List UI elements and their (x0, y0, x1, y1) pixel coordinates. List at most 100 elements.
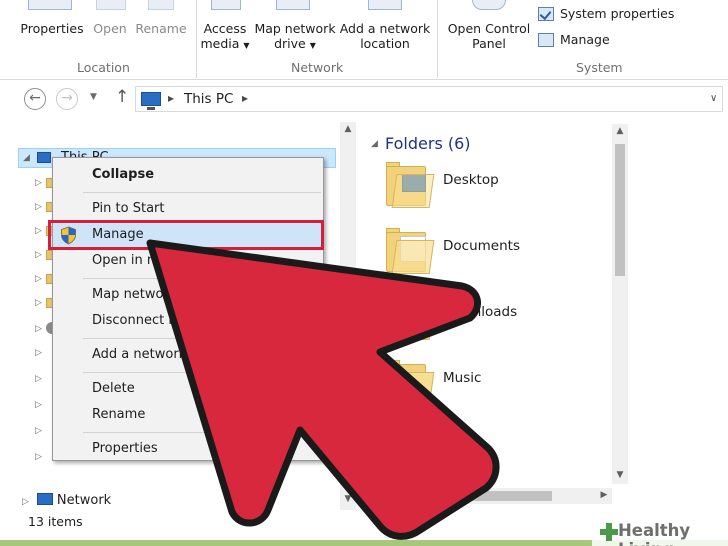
folder-label: Downloads (443, 304, 518, 320)
music-folder-icon (386, 358, 435, 408)
computer-management-icon (538, 32, 554, 47)
rename-button[interactable]: Rename (133, 21, 189, 36)
map-drive-icon (276, 0, 310, 10)
properties-icon (28, 0, 72, 10)
map-network-drive-button[interactable]: Map network drive ▼ (252, 21, 338, 53)
breadcrumb-separator-icon[interactable]: ▸ (168, 91, 174, 105)
scroll-right-arrow-icon[interactable]: ▶ (596, 490, 612, 500)
system-properties-button[interactable]: System properties (538, 6, 674, 21)
open-control-panel-button[interactable]: Open Control Panel (444, 21, 534, 51)
expand-arrow-icon[interactable]: ▷ (35, 226, 42, 236)
add-location-line2: location (360, 36, 410, 51)
scroll-down-arrow-icon[interactable]: ▼ (612, 470, 628, 480)
back-arrow-icon[interactable]: ← (24, 88, 46, 110)
expand-arrow-icon[interactable]: ▷ (35, 400, 42, 410)
expand-arrow-icon[interactable]: ▷ (22, 497, 29, 507)
folders-section-header[interactable]: Folders (6) (385, 134, 471, 153)
cross-logo-icon (600, 523, 618, 541)
breadcrumb-separator-icon[interactable]: ▸ (242, 91, 248, 105)
watermark-bar: Healthy Living (592, 518, 728, 546)
downloads-folder-icon (386, 292, 435, 342)
documents-folder-icon (386, 226, 435, 276)
collapse-group-icon[interactable]: ◢ (371, 139, 378, 149)
menu-item-add-network-location[interactable]: Add a network locat (53, 343, 323, 367)
access-media-icon (211, 0, 241, 10)
add-network-location-button[interactable]: Add a network location (338, 21, 432, 51)
content-pane: ◢ Folders (6) Desktop Documents Download… (360, 118, 728, 518)
open-button[interactable]: Open (88, 21, 132, 36)
scroll-down-arrow-icon[interactable]: ▼ (340, 494, 356, 504)
expand-arrow-icon[interactable]: ▷ (35, 374, 42, 384)
menu-item-label: Delete (92, 381, 135, 396)
expand-arrow-icon[interactable]: ▷ (35, 452, 42, 462)
expand-arrow-icon[interactable]: ◢ (23, 153, 30, 163)
access-media-button[interactable]: Access media ▼ (199, 21, 251, 53)
menu-item-label: Map network (92, 287, 177, 302)
this-pc-icon (141, 92, 161, 110)
desktop-folder-icon (386, 160, 435, 210)
expand-arrow-icon[interactable]: ▷ (35, 202, 42, 212)
network-icon (36, 493, 53, 505)
menu-item-label: Add a network locat (92, 347, 223, 362)
menu-separator (83, 338, 321, 339)
scrollbar-thumb[interactable] (615, 144, 625, 276)
content-scrollbar[interactable]: ▲ ▼ (612, 124, 628, 484)
menu-item-label: Properties (92, 441, 158, 456)
expand-arrow-icon[interactable]: ▷ (35, 250, 42, 260)
scrollbar-thumb[interactable] (380, 491, 552, 501)
recent-locations-chevron-icon[interactable]: ▼ (90, 92, 97, 102)
menu-separator (83, 372, 321, 373)
horizontal-scrollbar[interactable]: ◀ ▶ (362, 488, 612, 504)
folder-item-downloads[interactable]: Downloads (382, 292, 582, 352)
folder-item-documents[interactable]: Documents (382, 226, 582, 286)
menu-item-label: Rename (92, 407, 146, 422)
address-bar[interactable]: ▸ This PC ▸ ∨ (135, 86, 723, 112)
menu-item-label: Pin to Start (92, 201, 165, 216)
menu-separator (83, 432, 321, 433)
forward-arrow-icon[interactable]: → (56, 88, 78, 110)
properties-button[interactable]: Properties (14, 21, 90, 36)
open-icon (96, 0, 126, 10)
dropdown-arrow-icon: ▼ (243, 41, 250, 50)
tree-item-network[interactable]: ▷ Network (22, 493, 111, 508)
folder-item-music[interactable]: Music (382, 358, 582, 418)
menu-item-collapse[interactable]: Collapse (53, 163, 323, 187)
add-location-icon (368, 0, 402, 10)
folder-item-pictures[interactable] (382, 424, 582, 484)
menu-item-label: Collapse (92, 167, 155, 182)
system-group-label: System (576, 60, 623, 75)
navigation-bar: ← → ▼ ↑ ▸ This PC ▸ ∨ (0, 80, 728, 118)
ribbon-separator (196, 0, 197, 78)
folder-item-desktop[interactable]: Desktop (382, 160, 582, 220)
menu-item-open-in-new-window[interactable]: Open in n (53, 249, 323, 273)
menu-item-map-network-drive[interactable]: Map network (53, 283, 323, 307)
watermark-text: Healthy Living (618, 521, 691, 546)
menu-item-label: Disconnect netw (92, 313, 201, 328)
folder-label: Documents (443, 238, 520, 254)
rename-icon (148, 0, 174, 10)
ribbon: Properties Open Rename Location Access m… (0, 0, 728, 80)
address-dropdown-chevron-icon[interactable]: ∨ (710, 93, 717, 104)
expand-arrow-icon[interactable]: ▷ (35, 324, 42, 334)
up-arrow-icon[interactable]: ↑ (115, 87, 129, 107)
manage-ribbon-button[interactable]: Manage (538, 32, 610, 47)
expand-arrow-icon[interactable]: ▷ (35, 426, 42, 436)
expand-arrow-icon[interactable]: ▷ (35, 348, 42, 358)
access-media-line1: Access (203, 21, 247, 36)
nav-pane-scrollbar[interactable]: ▲ ▼ (340, 122, 356, 510)
menu-item-rename[interactable]: Rename (53, 403, 323, 427)
menu-item-disconnect-network-drive[interactable]: Disconnect netw (53, 309, 323, 333)
expand-arrow-icon[interactable]: ▷ (35, 274, 42, 284)
menu-item-properties[interactable]: Properties (53, 437, 323, 461)
address-path[interactable]: This PC (184, 91, 233, 107)
expand-arrow-icon[interactable]: ▷ (35, 178, 42, 188)
location-group-label: Location (77, 60, 130, 75)
ribbon-separator (437, 0, 438, 78)
menu-item-delete[interactable]: Delete (53, 377, 323, 401)
scroll-left-arrow-icon[interactable]: ◀ (362, 490, 378, 500)
system-properties-label: System properties (560, 6, 675, 21)
scroll-up-arrow-icon[interactable]: ▲ (340, 124, 356, 134)
menu-item-pin-to-start[interactable]: Pin to Start (53, 197, 323, 221)
expand-arrow-icon[interactable]: ▷ (35, 298, 42, 308)
scroll-up-arrow-icon[interactable]: ▲ (612, 126, 628, 136)
